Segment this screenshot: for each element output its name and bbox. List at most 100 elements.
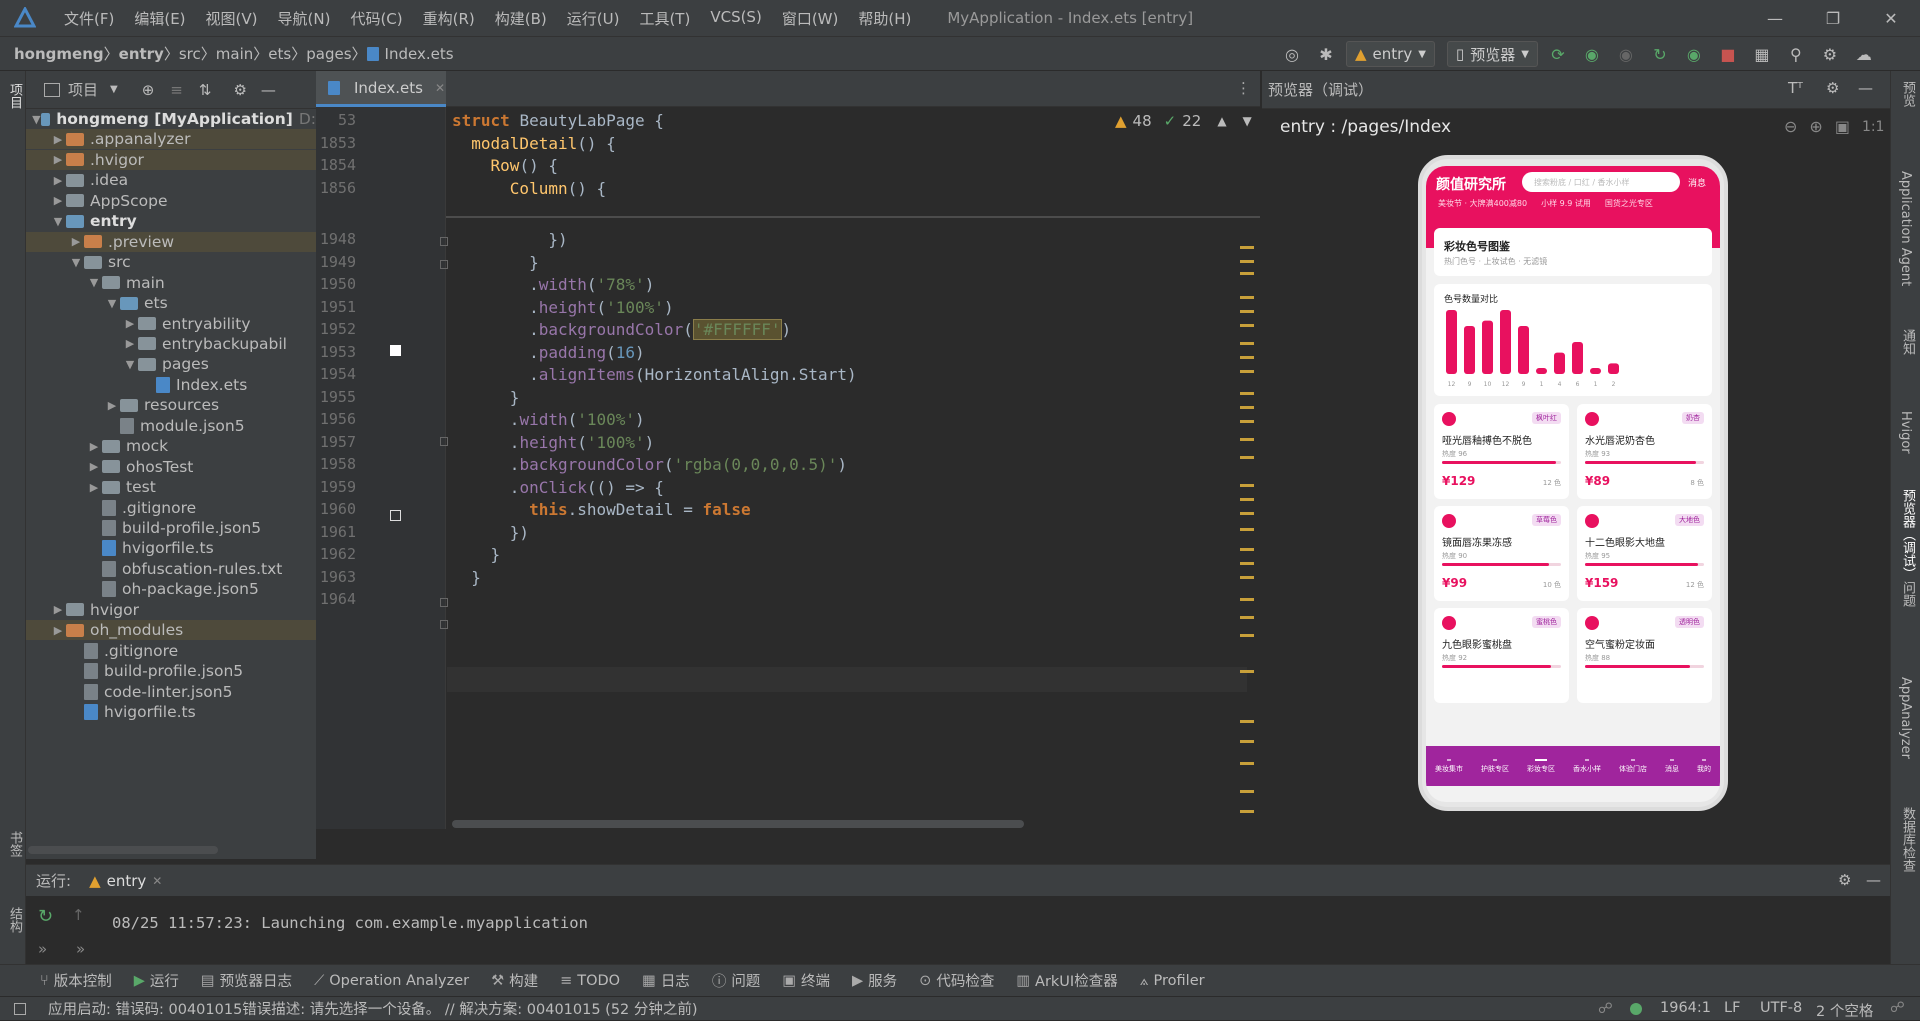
stripe-mark[interactable] — [1240, 356, 1254, 359]
code-line[interactable]: } — [452, 253, 539, 272]
text-size-icon[interactable]: Tᵀ — [1788, 79, 1803, 97]
code-line[interactable]: .backgroundColor('#FFFFFF') — [452, 319, 791, 340]
right-tool-tab[interactable]: 预览器（调试） — [1898, 489, 1917, 580]
tree-node[interactable]: ▶ oh_modules — [26, 620, 316, 641]
tree-node[interactable]: ▶ .idea — [26, 170, 316, 190]
close-window-button[interactable]: ✕ — [1862, 0, 1920, 36]
tool-window-button[interactable]: ▣ 终端 — [782, 970, 830, 991]
status-message[interactable]: 应用启动: 错误码: 00401015错误描述: 请先选择一个设备。 // 解决… — [48, 998, 698, 1019]
right-tool-tab[interactable]: 问题 — [1898, 581, 1917, 607]
tree-node[interactable]: obfuscation-rules.txt — [26, 559, 316, 579]
tree-node[interactable]: ▼ hongmeng [MyApplication] D: — [26, 109, 316, 129]
sticky-code-line[interactable]: Column() { — [452, 179, 606, 198]
hide-run-icon[interactable]: — — [1866, 871, 1881, 889]
right-tool-tab[interactable]: Application Agent — [1898, 171, 1913, 286]
expand-arrow-icon[interactable]: ▼ — [122, 358, 138, 371]
tool-window-button[interactable]: ⑂ 版本控制 — [40, 970, 112, 991]
more-console-icon[interactable]: » — [76, 940, 85, 958]
tree-node[interactable]: ▼ src — [26, 252, 316, 272]
bookmarks-tool-tab[interactable]: 书签 — [5, 831, 24, 857]
prev-highlight-icon[interactable]: ▲ — [1217, 114, 1226, 128]
panel-settings-icon[interactable]: ⚙ — [233, 81, 246, 99]
phone-screen[interactable]: 颜值研究所 搜索粉底 / 口红 / 香水小样 消息 美妆节 · 大牌满400减8… — [1426, 166, 1720, 802]
tree-node[interactable]: ▶ mock — [26, 436, 316, 456]
stripe-mark[interactable] — [1240, 762, 1254, 765]
attach-icon[interactable]: ◉ — [1612, 40, 1640, 68]
breadcrumb-item[interactable]: hongmeng — [14, 45, 104, 63]
project-structure-icon[interactable]: ▦ — [1748, 40, 1776, 68]
breadcrumb-item[interactable]: ets — [268, 45, 291, 63]
app-search-input[interactable]: 搜索粉底 / 口红 / 香水小样 — [1522, 172, 1680, 192]
fold-marker-icon[interactable] — [440, 620, 448, 629]
app-tab[interactable]: 彩妆专区 — [1527, 758, 1555, 774]
stripe-mark[interactable] — [1240, 420, 1254, 423]
tree-node[interactable]: ▼ pages — [26, 354, 316, 374]
breadcrumb-item[interactable]: main — [216, 45, 253, 63]
tab-more-icon[interactable]: ⋮ — [1236, 79, 1251, 97]
rerun-run-icon[interactable]: ↻ — [38, 906, 53, 927]
tool-window-button[interactable]: ▤ 预览器日志 — [201, 970, 292, 991]
code-line[interactable]: } — [452, 545, 501, 564]
right-tool-tab[interactable]: 预览 — [1898, 81, 1917, 107]
product-card[interactable]: 奶杏 水光唇泥奶杏色 热度 93 ¥89 8 色 — [1577, 404, 1712, 499]
product-card[interactable]: 大地色 十二色眼影大地盘 热度 95 ¥159 12 色 — [1577, 506, 1712, 601]
more-run-icon[interactable]: » — [38, 940, 47, 958]
stripe-mark[interactable] — [1240, 810, 1254, 813]
stripe-mark[interactable] — [1240, 720, 1254, 723]
expand-arrow-icon[interactable]: ▶ — [50, 174, 66, 187]
app-tab[interactable]: 护肤专区 — [1481, 758, 1509, 774]
debug-icon[interactable]: ◉ — [1578, 40, 1606, 68]
zoom-in-icon[interactable]: ⊕ — [1809, 117, 1822, 136]
next-highlight-icon[interactable]: ▼ — [1243, 114, 1252, 128]
code-line[interactable]: .alignItems(HorizontalAlign.Start) — [452, 365, 857, 384]
stripe-mark[interactable] — [1240, 438, 1254, 441]
stripe-mark[interactable] — [1240, 634, 1254, 637]
right-tool-tab[interactable]: 数据库检查 — [1898, 807, 1917, 872]
reload-icon[interactable]: ↻ — [1646, 40, 1674, 68]
stripe-mark[interactable] — [1240, 598, 1254, 601]
code-line[interactable]: .height('100%') — [452, 433, 655, 452]
locate-icon[interactable]: ◎ — [1278, 40, 1306, 68]
stripe-mark[interactable] — [1240, 246, 1254, 249]
menu-item[interactable]: VCS(S) — [700, 8, 771, 29]
breadcrumb-item[interactable]: pages — [306, 45, 351, 63]
expand-arrow-icon[interactable]: ▶ — [122, 337, 138, 350]
editor-h-scrollbar[interactable] — [452, 820, 1024, 828]
expand-arrow-icon[interactable]: ▶ — [122, 317, 138, 330]
stripe-mark[interactable] — [1240, 512, 1254, 515]
expand-arrow-icon[interactable]: ▶ — [50, 624, 66, 637]
structure-tool-tab[interactable]: 结构 — [5, 907, 24, 933]
stripe-mark[interactable] — [1240, 740, 1254, 743]
stripe-mark[interactable] — [1240, 324, 1254, 327]
tree-node[interactable]: ▶ AppScope — [26, 191, 316, 211]
right-tool-tab[interactable]: 通知 — [1898, 329, 1917, 355]
right-tool-tab[interactable]: AppAnalyzer — [1898, 677, 1913, 759]
stripe-mark[interactable] — [1240, 484, 1254, 487]
product-card[interactable]: 枫叶红 哑光唇釉搏色不脱色 热度 96 ¥129 12 色 — [1434, 404, 1569, 499]
search-icon[interactable]: ⚲ — [1782, 40, 1810, 68]
expand-arrow-icon[interactable]: ▶ — [86, 440, 102, 453]
expand-all-icon[interactable]: ≡ — [170, 81, 183, 99]
menu-item[interactable]: 重构(R) — [413, 8, 485, 29]
fold-marker-icon[interactable] — [440, 260, 448, 269]
device-select[interactable]: ▯ 预览器 ▼ — [1446, 41, 1538, 67]
project-view-dropdown-icon[interactable]: ▼ — [110, 84, 118, 95]
tree-node[interactable]: ▼ ets — [26, 293, 316, 313]
promo-item[interactable]: 国货之光专区 — [1605, 198, 1653, 209]
stripe-mark[interactable] — [1240, 562, 1254, 565]
close-tab-icon[interactable]: ✕ — [435, 81, 445, 95]
code-line[interactable]: } — [452, 568, 481, 587]
expand-arrow-icon[interactable]: ▶ — [50, 153, 66, 166]
menu-item[interactable]: 帮助(H) — [848, 8, 921, 29]
stripe-mark[interactable] — [1240, 548, 1254, 551]
product-card[interactable]: 透明色 空气蜜粉定妆面 热度 88 — [1577, 608, 1712, 703]
expand-arrow-icon[interactable]: ▼ — [104, 297, 120, 310]
stripe-mark[interactable] — [1240, 370, 1254, 373]
expand-arrow-icon[interactable]: ▶ — [86, 460, 102, 473]
tree-node[interactable]: ▶ .appanalyzer — [26, 129, 316, 150]
tree-node[interactable]: .gitignore — [26, 498, 316, 518]
code-line[interactable]: .height('100%') — [452, 298, 674, 317]
expand-arrow-icon[interactable]: ▶ — [50, 194, 66, 207]
app-tab[interactable]: 美妆集市 — [1435, 758, 1463, 774]
product-card[interactable]: 蜜桃色 九色眼影蜜桃盘 热度 92 — [1434, 608, 1569, 703]
